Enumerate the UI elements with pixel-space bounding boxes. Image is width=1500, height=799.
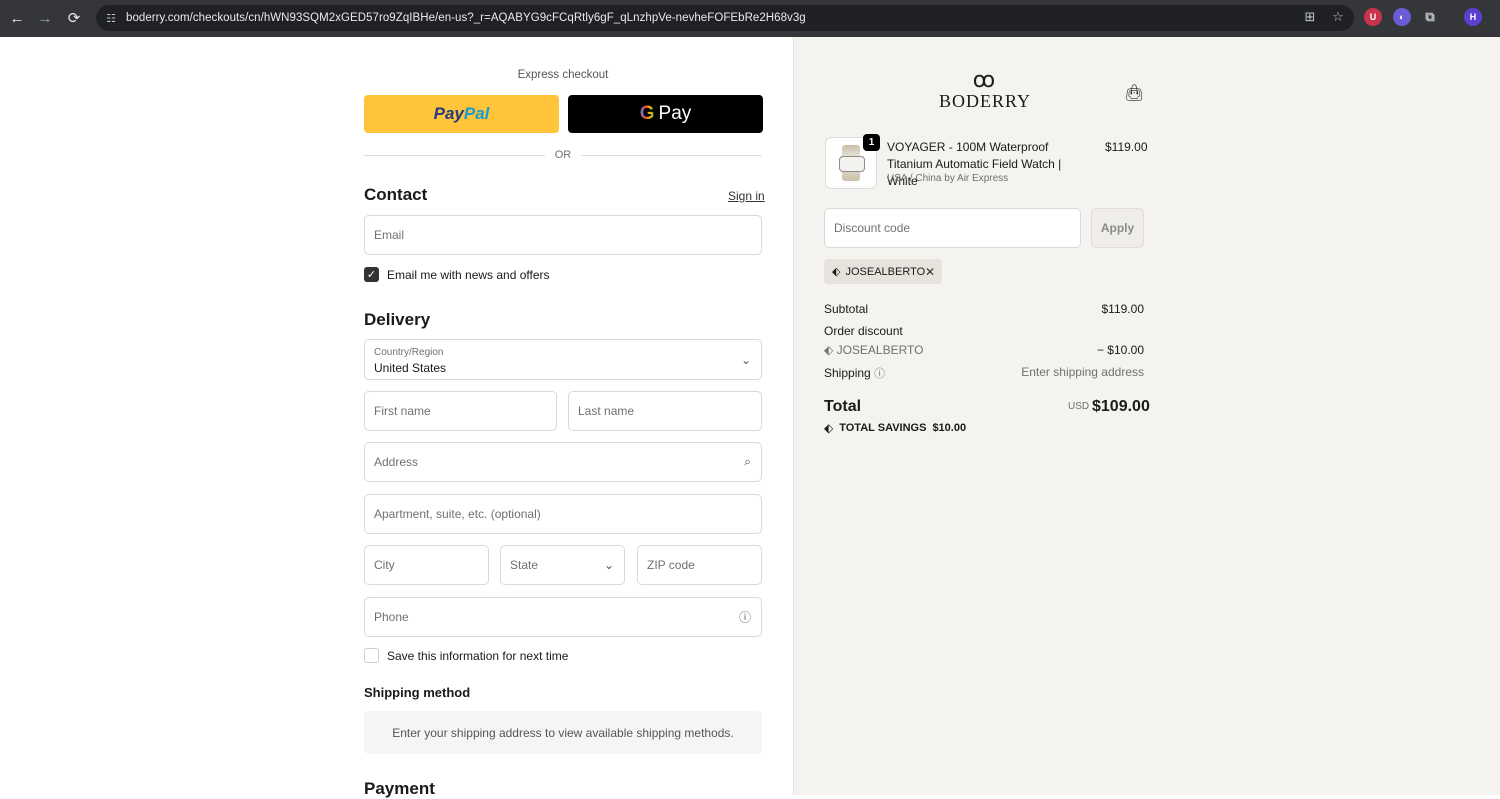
total-savings: ⬖ TOTAL SAVINGS $10.00 bbox=[824, 421, 966, 435]
order-summary-panel: ꝏ BODERRY 👜︎ 1 VOYAGER - 100M Waterproof… bbox=[793, 37, 1500, 795]
discount-line: ⬖ JOSEALBERTO − $10.00 bbox=[824, 343, 1144, 357]
first-name-field[interactable]: First name bbox=[364, 391, 557, 431]
forward-icon[interactable]: → bbox=[31, 4, 59, 32]
order-discount-label: Order discount bbox=[824, 324, 903, 338]
payment-heading: Payment bbox=[364, 779, 435, 798]
remove-discount-icon[interactable]: ✕ bbox=[925, 265, 935, 279]
subtotal-label: Subtotal bbox=[824, 302, 869, 316]
sign-in-link[interactable]: Sign in bbox=[728, 189, 765, 203]
save-info-checkbox[interactable] bbox=[364, 648, 379, 663]
applied-discount-chip: ⬖ JOSEALBERTO ✕ bbox=[824, 259, 942, 284]
subtotal-value: $119.00 bbox=[1101, 302, 1145, 316]
savings-amount: $10.00 bbox=[932, 422, 967, 434]
apartment-field[interactable]: Apartment, suite, etc. (optional) bbox=[364, 494, 762, 534]
google-pay-button[interactable]: G Pay bbox=[568, 95, 763, 133]
chevron-down-icon: ⌄ bbox=[603, 558, 614, 572]
address-field[interactable]: Address ⌕ bbox=[364, 442, 762, 482]
savings-label: TOTAL SAVINGS bbox=[839, 422, 927, 434]
zip-field[interactable]: ZIP code bbox=[637, 545, 762, 585]
shopping-bag-icon[interactable]: 👜︎ bbox=[1124, 83, 1144, 103]
or-text: OR bbox=[554, 149, 572, 161]
site-info-icon[interactable]: ☷ bbox=[102, 9, 120, 27]
discount-amount: − $10.00 bbox=[1096, 343, 1144, 357]
url-text[interactable]: boderry.com/checkouts/cn/hWN93SQM2xGED57… bbox=[126, 12, 806, 24]
search-icon: ⌕ bbox=[744, 454, 751, 469]
profile-icon[interactable]: H bbox=[1464, 8, 1482, 26]
delivery-heading: Delivery bbox=[364, 310, 431, 329]
google-g-icon: G bbox=[639, 103, 655, 124]
total-label: Total bbox=[824, 398, 862, 415]
shipping-label: Shipping bbox=[824, 366, 871, 380]
brand-name: BODERRY bbox=[939, 91, 1032, 111]
product-price: $119.00 bbox=[1105, 140, 1148, 154]
phone-placeholder: Phone bbox=[374, 610, 409, 624]
state-placeholder: State bbox=[510, 558, 539, 572]
checkout-form-panel: Express checkout Pay Pal G Pay OR Contact … bbox=[0, 37, 793, 798]
apartment-placeholder: Apartment, suite, etc. (optional) bbox=[374, 507, 541, 521]
email-placeholder: Email bbox=[374, 228, 405, 242]
city-placeholder: City bbox=[374, 558, 395, 572]
country-select[interactable]: Country/Region United States ⌄ bbox=[364, 339, 762, 380]
first-name-placeholder: First name bbox=[374, 404, 431, 418]
last-name-placeholder: Last name bbox=[578, 404, 635, 418]
product-variant: USA / China by Air Express bbox=[887, 173, 1009, 184]
applied-code: JOSEALBERTO bbox=[845, 265, 926, 278]
address-placeholder: Address bbox=[374, 455, 419, 469]
back-icon[interactable]: ← bbox=[3, 4, 31, 32]
newsletter-checkbox[interactable]: ✓ bbox=[364, 267, 379, 282]
paypal-button[interactable]: Pay Pal bbox=[364, 95, 559, 133]
city-field[interactable]: City bbox=[364, 545, 489, 585]
zip-placeholder: ZIP code bbox=[647, 558, 695, 572]
newsletter-option[interactable]: ✓ Email me with news and offers bbox=[364, 267, 550, 282]
shipping-value: Enter shipping address bbox=[1021, 365, 1144, 379]
shield-extension-icon[interactable]: U bbox=[1364, 8, 1382, 26]
paypal-logo-pay: Pay bbox=[433, 104, 464, 123]
quantity-badge: 1 bbox=[863, 134, 880, 151]
state-select[interactable]: State ⌄ bbox=[500, 545, 625, 585]
save-info-option[interactable]: Save this information for next time bbox=[364, 648, 568, 663]
order-discount-row: Order discount bbox=[824, 324, 1144, 338]
address-bar[interactable]: ☷ boderry.com/checkouts/cn/hWN93SQM2xGED… bbox=[96, 5, 1354, 31]
contact-heading: Contact bbox=[364, 185, 428, 204]
tag-icon: ⬖ bbox=[832, 266, 841, 278]
brand-logo[interactable]: ꝏ BODERRY bbox=[939, 67, 1032, 112]
shipping-row: Shipping ⓘ Enter shipping address bbox=[824, 365, 1144, 381]
country-value: United States bbox=[374, 361, 447, 375]
tag-icon: ⬖ bbox=[824, 343, 837, 357]
help-icon[interactable]: ⓘ bbox=[874, 368, 885, 380]
last-name-field[interactable]: Last name bbox=[568, 391, 762, 431]
save-info-label: Save this information for next time bbox=[387, 648, 569, 663]
logo-mark-icon: ꝏ bbox=[972, 67, 996, 92]
shipping-method-heading: Shipping method bbox=[364, 685, 471, 700]
watch-image bbox=[839, 145, 865, 181]
phone-field[interactable]: Phone ⓘ bbox=[364, 597, 762, 637]
discount-placeholder: Discount code bbox=[834, 221, 911, 235]
discount-line-code: JOSEALBERTO bbox=[836, 343, 924, 357]
country-label: Country/Region bbox=[374, 347, 444, 358]
translate-icon[interactable]: ⊞ bbox=[1302, 9, 1318, 25]
star-icon[interactable]: ☆ bbox=[1330, 9, 1346, 25]
help-icon[interactable]: ⓘ bbox=[739, 609, 751, 626]
extension-icon[interactable]: ◐ bbox=[1393, 8, 1411, 26]
subtotal-row: Subtotal $119.00 bbox=[824, 302, 1144, 316]
profile-initial: H bbox=[1469, 12, 1477, 22]
reload-icon[interactable]: ⟳ bbox=[60, 4, 88, 32]
newsletter-label: Email me with news and offers bbox=[387, 267, 550, 282]
chevron-down-icon: ⌄ bbox=[740, 352, 751, 367]
total-currency: USD bbox=[1068, 401, 1090, 412]
or-divider: OR bbox=[364, 148, 762, 162]
discount-code-input[interactable]: Discount code bbox=[824, 208, 1081, 248]
browser-toolbar: ← → ⟳ ☷ boderry.com/checkouts/cn/hWN93SQ… bbox=[0, 0, 1500, 37]
gpay-label: Pay bbox=[658, 103, 692, 124]
tag-icon: ⬖ bbox=[824, 421, 834, 435]
paypal-logo-pal: Pal bbox=[463, 104, 490, 123]
shipping-method-notice: Enter your shipping address to view avai… bbox=[364, 711, 762, 754]
extensions-puzzle-icon[interactable]: ⧉ bbox=[1421, 8, 1439, 26]
total-value: $109.00 bbox=[1092, 398, 1150, 415]
email-field[interactable]: Email bbox=[364, 215, 762, 255]
apply-button[interactable]: Apply bbox=[1091, 208, 1144, 248]
express-checkout-label: Express checkout bbox=[517, 69, 609, 81]
